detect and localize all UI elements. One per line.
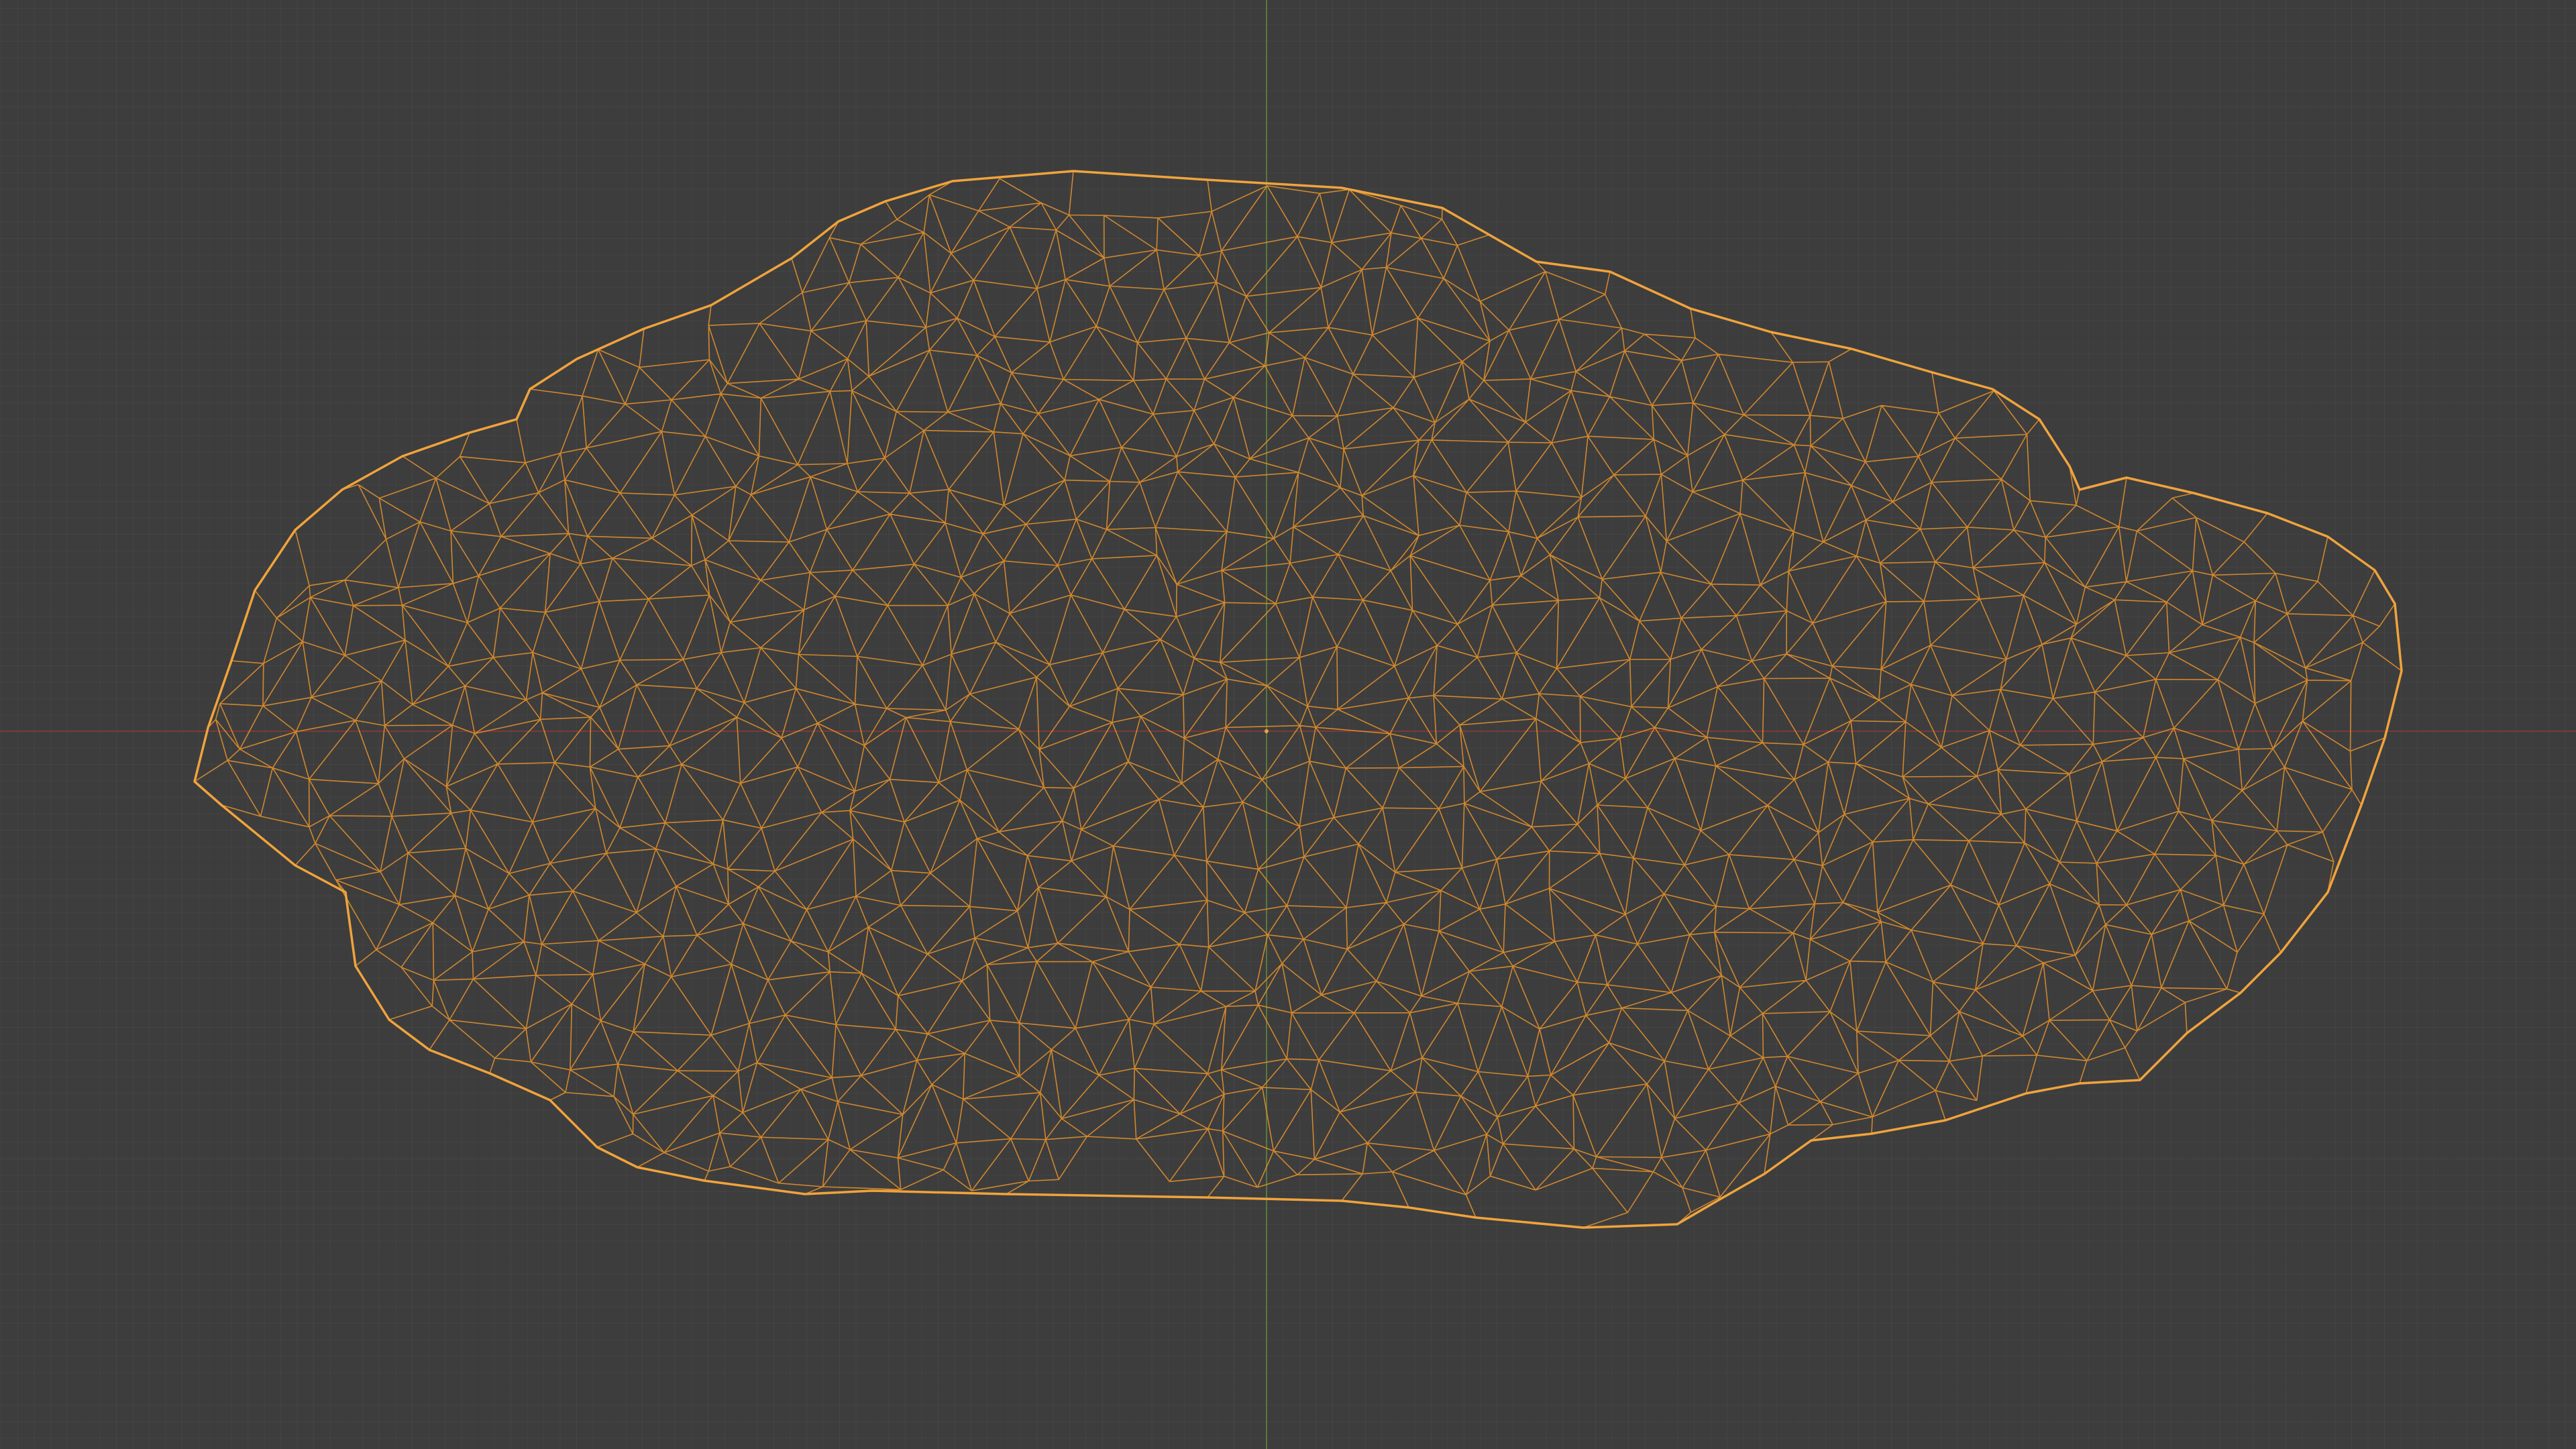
viewport-scene[interactable]: [0, 0, 2576, 1449]
mesh-edge-lines: [194, 170, 2402, 1228]
3d-viewport[interactable]: [0, 0, 2576, 1449]
object-origin-dot[interactable]: [1265, 729, 1269, 733]
rock-mesh-wireframe[interactable]: [193, 170, 2403, 1229]
mesh-interior-edges: [194, 170, 2402, 1228]
